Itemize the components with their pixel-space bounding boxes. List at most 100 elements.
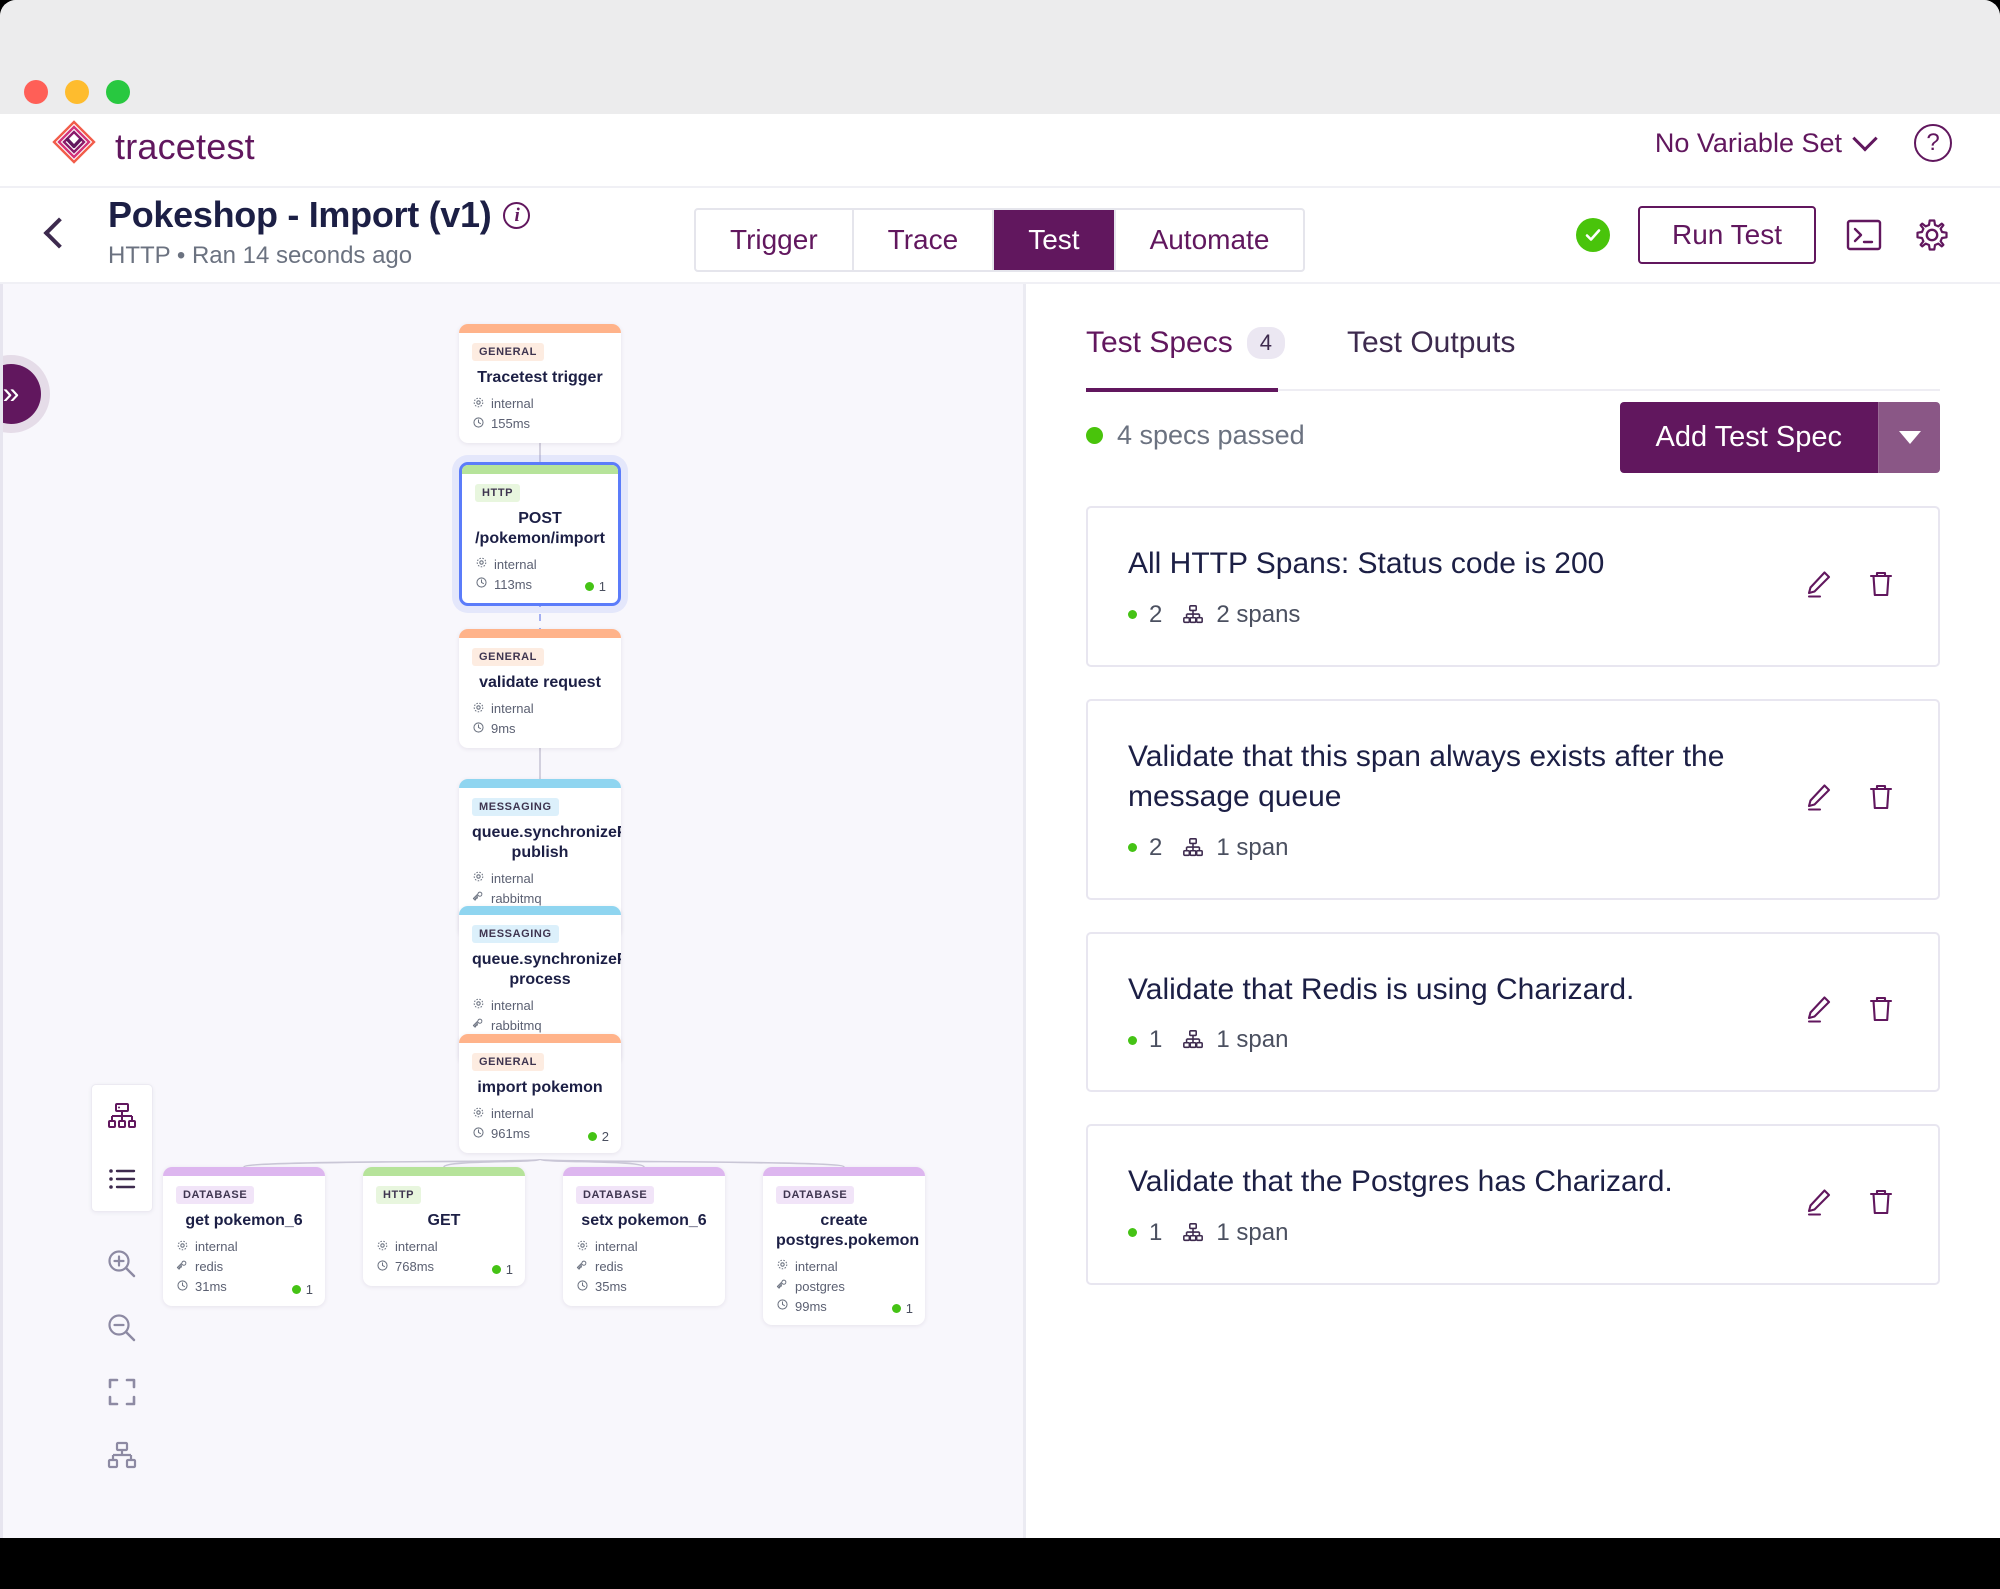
tab-trace[interactable]: Trace — [854, 210, 995, 270]
tab-automate[interactable]: Automate — [1116, 210, 1304, 270]
cli-terminal-icon[interactable] — [1844, 215, 1884, 255]
node-body: GENERALimport pokemoninternal961ms2 — [459, 1043, 621, 1153]
tab-test-specs[interactable]: Test Specs 4 — [1086, 326, 1285, 382]
tab-test-outputs-label: Test Outputs — [1347, 326, 1515, 360]
edit-spec-icon[interactable] — [1802, 1185, 1836, 1224]
brand[interactable]: tracetest — [48, 118, 255, 175]
node-db: rabbitmq — [472, 890, 608, 906]
add-test-spec-dropdown-toggle[interactable] — [1878, 402, 1940, 473]
edit-spec-icon[interactable] — [1802, 567, 1836, 606]
gear-icon — [472, 870, 485, 886]
app-header: tracetest No Variable Set ? — [0, 114, 2000, 188]
main-content: » — [0, 284, 2000, 1538]
diagram-view-icon[interactable] — [100, 1095, 144, 1139]
node-meta: internalredis35ms — [576, 1239, 712, 1295]
minimize-window-button[interactable] — [65, 80, 89, 104]
app-window: tracetest No Variable Set ? Pokeshop - I… — [0, 0, 2000, 1538]
node-type-chip: HTTP — [475, 484, 520, 502]
specs-status: 4 specs passed — [1086, 420, 1305, 451]
edit-spec-icon[interactable] — [1802, 992, 1836, 1031]
trace-node-create-postgres-pokemon[interactable]: DATABASEcreate postgres.pokemoninternalp… — [763, 1167, 925, 1325]
test-header: Pokeshop - Import (v1) i HTTP • Ran 14 s… — [0, 188, 2000, 284]
expand-panel-button[interactable]: » — [0, 364, 41, 424]
gear-icon — [376, 1239, 389, 1255]
node-title: queue.synchronizePokemon publish — [472, 823, 608, 862]
spans-icon — [1182, 604, 1204, 626]
spec-summary: 22 spans — [1128, 601, 1762, 629]
list-view-icon[interactable] — [100, 1157, 144, 1201]
node-body: GENERALvalidate requestinternal9ms — [459, 638, 621, 748]
variable-set-selector[interactable]: No Variable Set — [1655, 128, 1874, 159]
clock-icon — [776, 1298, 789, 1314]
clock-icon — [376, 1259, 389, 1275]
spec-actions — [1802, 992, 1898, 1031]
gear-icon — [576, 1239, 589, 1255]
plug-icon — [472, 1017, 485, 1033]
back-button[interactable] — [43, 217, 74, 248]
spec-main: Validate that Redis is using Charizard.1… — [1128, 970, 1802, 1055]
node-type-bar — [462, 465, 618, 474]
graph-toolbar — [91, 1084, 153, 1478]
spans-icon — [1182, 837, 1204, 859]
test-spec-card[interactable]: Validate that Redis is using Charizard.1… — [1086, 932, 1940, 1093]
window-titlebar — [0, 0, 2000, 114]
trace-node-setx-pokemon-6[interactable]: DATABASEsetx pokemon_6internalredis35ms — [563, 1167, 725, 1306]
app-header-right: No Variable Set ? — [1655, 124, 1952, 162]
node-service: internal — [472, 701, 608, 717]
fit-view-icon[interactable] — [100, 1370, 144, 1414]
help-icon[interactable]: ? — [1914, 124, 1952, 162]
pass-dot-icon — [1128, 610, 1137, 619]
node-type-bar — [363, 1167, 525, 1176]
trace-node-get[interactable]: HTTPGETinternal768ms1 — [363, 1167, 525, 1286]
settings-gear-icon[interactable] — [1912, 215, 1952, 255]
gear-icon — [176, 1239, 189, 1255]
clock-icon — [176, 1279, 189, 1295]
run-test-button[interactable]: Run Test — [1638, 206, 1816, 264]
tab-trigger[interactable]: Trigger — [696, 210, 854, 270]
delete-spec-icon[interactable] — [1864, 780, 1898, 819]
node-db: postgres — [776, 1278, 912, 1294]
pass-dot-icon — [1128, 1228, 1137, 1237]
delete-spec-icon[interactable] — [1864, 1185, 1898, 1224]
edit-spec-icon[interactable] — [1802, 780, 1836, 819]
spec-span-count: 1 span — [1216, 1219, 1288, 1247]
node-assertion-count: 2 — [588, 1129, 609, 1144]
close-window-button[interactable] — [24, 80, 48, 104]
test-subtitle: HTTP • Ran 14 seconds ago — [108, 242, 530, 270]
tab-test-outputs[interactable]: Test Outputs — [1347, 326, 1515, 382]
info-icon[interactable]: i — [503, 202, 530, 229]
trace-node-validate-request[interactable]: GENERALvalidate requestinternal9ms — [459, 629, 621, 748]
clock-icon — [475, 576, 488, 592]
plug-icon — [576, 1259, 589, 1275]
trace-node-trigger[interactable]: GENERALTracetest triggerinternal155ms — [459, 324, 621, 443]
test-spec-card[interactable]: Validate that this span always exists af… — [1086, 699, 1940, 900]
spec-main: All HTTP Spans: Status code is 20022 spa… — [1128, 544, 1802, 629]
trace-diagram-pane: » — [0, 284, 1026, 1538]
test-spec-card[interactable]: Validate that the Postgres has Charizard… — [1086, 1124, 1940, 1285]
delete-spec-icon[interactable] — [1864, 992, 1898, 1031]
node-type-bar — [459, 906, 621, 915]
gear-icon — [472, 1106, 485, 1122]
add-test-spec-label: Add Test Spec — [1620, 402, 1878, 473]
test-spec-card[interactable]: All HTTP Spans: Status code is 20022 spa… — [1086, 506, 1940, 667]
pass-dot-icon — [292, 1285, 301, 1294]
trace-node-get-pokemon-6[interactable]: DATABASEget pokemon_6internalredis31ms1 — [163, 1167, 325, 1306]
node-type-chip: HTTP — [376, 1186, 421, 1204]
brand-name: tracetest — [115, 126, 255, 168]
node-body: DATABASEget pokemon_6internalredis31ms1 — [163, 1176, 325, 1306]
auto-layout-icon[interactable] — [100, 1434, 144, 1478]
node-type-chip: GENERAL — [472, 1053, 544, 1071]
zoom-out-icon[interactable] — [100, 1306, 144, 1350]
results-tab-bar: Test Specs 4 Test Outputs — [1086, 326, 1515, 382]
trace-node-post-import[interactable]: HTTPPOST /pokemon/importinternal113ms1 — [459, 462, 621, 606]
maximize-window-button[interactable] — [106, 80, 130, 104]
pass-dot-icon — [1128, 843, 1137, 852]
node-type-chip: DATABASE — [776, 1186, 854, 1204]
traffic-lights — [24, 80, 130, 104]
node-assertion-count: 1 — [892, 1301, 913, 1316]
tab-test[interactable]: Test — [994, 210, 1115, 270]
delete-spec-icon[interactable] — [1864, 567, 1898, 606]
zoom-in-icon[interactable] — [100, 1242, 144, 1286]
trace-node-import-pokemon[interactable]: GENERALimport pokemoninternal961ms2 — [459, 1034, 621, 1153]
add-test-spec-button[interactable]: Add Test Spec — [1620, 402, 1940, 473]
